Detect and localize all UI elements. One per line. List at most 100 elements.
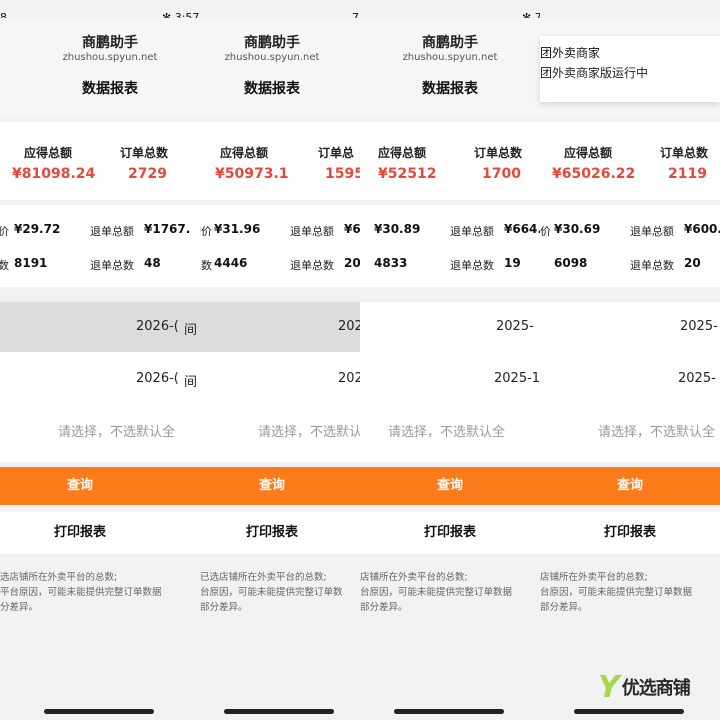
refund-amount-value: ¥600.: [684, 222, 720, 236]
phone-panel-4: 应得总额 ¥65026.22 订单总数 2119 价 ¥30.69 退单总额 ¥…: [540, 0, 720, 720]
page-title: 数据报表: [244, 81, 300, 97]
avg-value: ¥31.96: [214, 222, 261, 236]
stats-card: 价 ¥30.69 退单总额 ¥600. 6098 退单总数 20: [540, 205, 720, 287]
total-value: ¥52512: [378, 166, 437, 182]
query-button[interactable]: 查询: [540, 467, 720, 505]
app-header: 商鹏助手 zhushou.spyun.net 数据报表: [200, 18, 360, 118]
app-url: zhushou.spyun.net: [224, 52, 320, 63]
app-title: 商鹏助手: [82, 35, 138, 51]
orders-label: 订单总数: [660, 146, 709, 160]
avg-value: ¥30.69: [554, 222, 601, 236]
watermark-text: 优选商铺: [621, 678, 691, 699]
orders-label: 订单总: [318, 146, 355, 160]
store-select-placeholder: 请选择，不选默认: [258, 425, 360, 440]
note-line-3: 分差异。: [0, 602, 39, 613]
end-date-field[interactable]: 2025-: [540, 354, 720, 404]
filter-form: 202 202 请选择，不选默认: [200, 302, 360, 462]
orders-label: 订单总数: [474, 146, 523, 160]
print-report-button[interactable]: 打印报表: [200, 512, 360, 554]
refund-count-label: 退单总数: [630, 259, 674, 272]
note-line-1: 已选店铺所在外卖平台的总数;: [200, 572, 327, 583]
query-button[interactable]: 查询: [360, 467, 540, 505]
refund-amount-label: 退单总额: [450, 225, 494, 238]
count-label: 总数: [200, 259, 212, 272]
home-indicator[interactable]: [224, 709, 334, 714]
notes: 店铺所在外卖平台的总数; 台原因，可能未能提供完整订单数据 部分差异。: [540, 570, 720, 615]
orders-value: 1700: [482, 166, 521, 182]
totals-card: 应得总额 ¥50973.1 订单总 1595: [200, 122, 360, 200]
refund-amount-label: 退单总额: [90, 225, 134, 238]
start-date-suffix: 间: [184, 323, 198, 338]
note-line-2: 台原因，可能未能提供完整订单数据: [360, 587, 513, 598]
page-title: 数据报表: [422, 81, 478, 97]
store-select[interactable]: 请选择，不选默认全: [0, 404, 200, 454]
notification-toast[interactable]: 团外卖商家 团外卖商家版运行中: [540, 36, 720, 102]
app-url: zhushou.spyun.net: [402, 52, 498, 63]
refund-amount-label: 退单总额: [290, 225, 334, 238]
app-url: zhushou.spyun.net: [62, 52, 158, 63]
stats-card: ¥30.89 退单总额 ¥664. 4833 退单总数 19: [360, 205, 540, 287]
query-button[interactable]: 查询: [0, 467, 200, 505]
totals-card: 应得总额 ¥65026.22 订单总数 2119: [540, 122, 720, 200]
print-report-button[interactable]: 打印报表: [360, 512, 540, 554]
note-line-3: 部分差异。: [200, 602, 248, 613]
print-report-button[interactable]: 打印报表: [540, 512, 720, 554]
end-date-field[interactable]: 202: [200, 354, 360, 404]
phone-panel-2: 7 商鹏助手 zhushou.spyun.net 数据报表 应得总额 ¥5097…: [200, 0, 360, 720]
count-value: 8191: [14, 256, 48, 270]
end-date-field[interactable]: 2026-( 间: [0, 354, 200, 404]
note-line-2: 台原因，可能未能提供完整订单数: [200, 587, 343, 598]
note-line-2: 台原因，可能未能提供完整订单数据: [540, 587, 693, 598]
start-date-field[interactable]: 2026-( 间: [0, 302, 200, 352]
avg-label: 价: [540, 225, 551, 238]
home-indicator[interactable]: [44, 709, 154, 714]
store-select-placeholder: 请选择，不选默认全: [388, 425, 506, 440]
app-title: 商鹏助手: [422, 35, 478, 51]
avg-label: 均价: [200, 225, 212, 238]
watermark-y-icon: Y: [598, 669, 620, 705]
end-date-field[interactable]: 2025-1: [360, 354, 540, 404]
avg-value: ¥29.72: [14, 222, 61, 236]
store-select[interactable]: 请选择，不选默认全: [540, 404, 720, 454]
start-date-value: 202: [338, 319, 360, 334]
store-select[interactable]: 请选择，不选默认全: [360, 404, 540, 454]
filter-form: 2025- 2025- 请选择，不选默认全: [540, 302, 720, 462]
print-report-button[interactable]: 打印报表: [0, 512, 200, 554]
start-date-field[interactable]: 202: [200, 302, 360, 352]
filter-form: 2026-( 间 2026-( 间 请选择，不选默认全: [0, 302, 200, 462]
total-label: 应得总额: [564, 146, 613, 160]
notification-body: 团外卖商家版运行中: [540, 66, 649, 80]
home-indicator[interactable]: [574, 709, 684, 714]
refund-count-value: 20: [684, 256, 701, 270]
start-date-value: 2025-: [496, 319, 534, 334]
totals-card: 应得总额 ¥52512 订单总数 1700: [360, 122, 540, 200]
note-line-1: 选店铺所在外卖平台的总数;: [0, 572, 118, 583]
orders-value: 2119: [668, 166, 707, 182]
total-label: 应得总额: [378, 146, 427, 160]
refund-count-label: 退单总数: [90, 259, 134, 272]
end-date-suffix: 间: [184, 375, 198, 390]
app-title: 商鹏助手: [244, 35, 300, 51]
count-value: 4446: [214, 256, 248, 270]
app-header: 商鹏助手 zhushou.spyun.net 数据报表: [360, 18, 540, 118]
start-date-value: 2025-: [680, 319, 718, 334]
notes: 店铺所在外卖平台的总数; 台原因，可能未能提供完整订单数据 部分差异。: [360, 570, 540, 615]
screenshot-collage: 8 ✻ 3:57 商鹏助手 zhushou.spyun.net 数据报表 应得总…: [0, 0, 720, 720]
orders-value: 2729: [128, 166, 167, 182]
refund-count-label: 退单总数: [450, 259, 494, 272]
home-indicator[interactable]: [394, 709, 504, 714]
end-date-value: 2026-(: [136, 371, 179, 386]
watermark-logo: Y 优选商铺: [598, 666, 710, 708]
note-line-3: 部分差异。: [360, 602, 408, 613]
refund-count-label: 退单总数: [290, 259, 334, 272]
stats-card: 价 ¥29.72 退单总额 ¥1767. 数 8191 退单总数 48: [0, 205, 200, 287]
note-line-1: 店铺所在外卖平台的总数;: [360, 572, 468, 583]
totals-card: 应得总额 ¥81098.24 订单总数 2729: [0, 122, 200, 200]
start-date-field[interactable]: 2025-: [360, 302, 540, 352]
total-value: ¥65026.22: [552, 166, 636, 182]
app-header: 商鹏助手 zhushou.spyun.net 数据报表: [0, 18, 200, 118]
refund-amount-value: ¥6: [344, 222, 360, 236]
query-button[interactable]: 查询: [200, 467, 360, 505]
store-select[interactable]: 请选择，不选默认: [200, 404, 360, 454]
start-date-field[interactable]: 2025-: [540, 302, 720, 352]
